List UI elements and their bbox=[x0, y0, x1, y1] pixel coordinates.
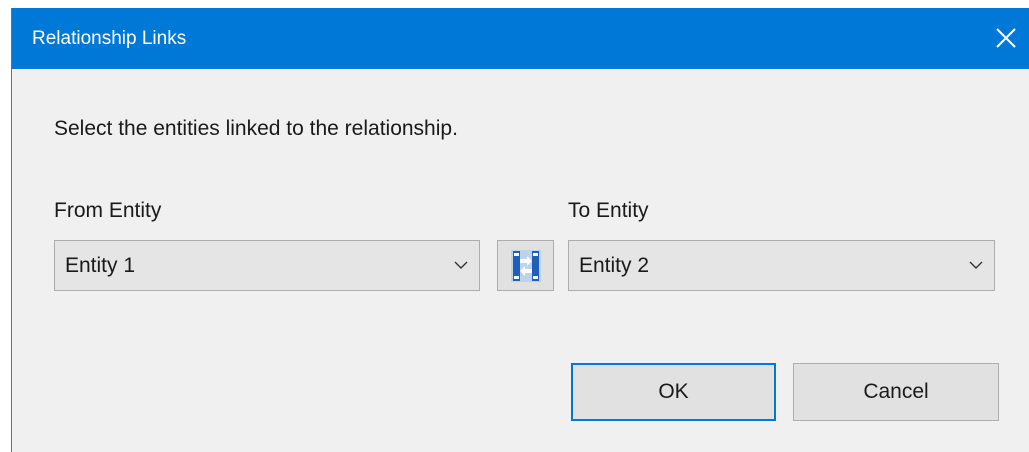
to-entity-value: Entity 2 bbox=[579, 254, 650, 277]
from-entity-value: Entity 1 bbox=[65, 254, 136, 277]
chevron-down-icon bbox=[454, 261, 468, 269]
swap-entities-button[interactable] bbox=[497, 240, 554, 291]
cancel-button[interactable]: Cancel bbox=[793, 363, 999, 421]
close-button[interactable] bbox=[983, 8, 1029, 69]
swap-entities-icon bbox=[511, 250, 541, 282]
instruction-text: Select the entities linked to the relati… bbox=[54, 117, 458, 140]
dialog-title: Relationship Links bbox=[32, 28, 187, 49]
close-icon bbox=[996, 28, 1016, 48]
from-entity-label: From Entity bbox=[54, 199, 162, 222]
chevron-down-icon bbox=[969, 261, 983, 269]
ok-button[interactable]: OK bbox=[571, 363, 776, 421]
to-entity-label: To Entity bbox=[568, 199, 649, 222]
title-bar: Relationship Links bbox=[12, 8, 1029, 69]
to-entity-select[interactable]: Entity 2 bbox=[568, 240, 995, 291]
from-entity-select[interactable]: Entity 1 bbox=[54, 240, 480, 291]
relationship-links-dialog: Relationship Links Select the entities l… bbox=[11, 8, 1029, 452]
